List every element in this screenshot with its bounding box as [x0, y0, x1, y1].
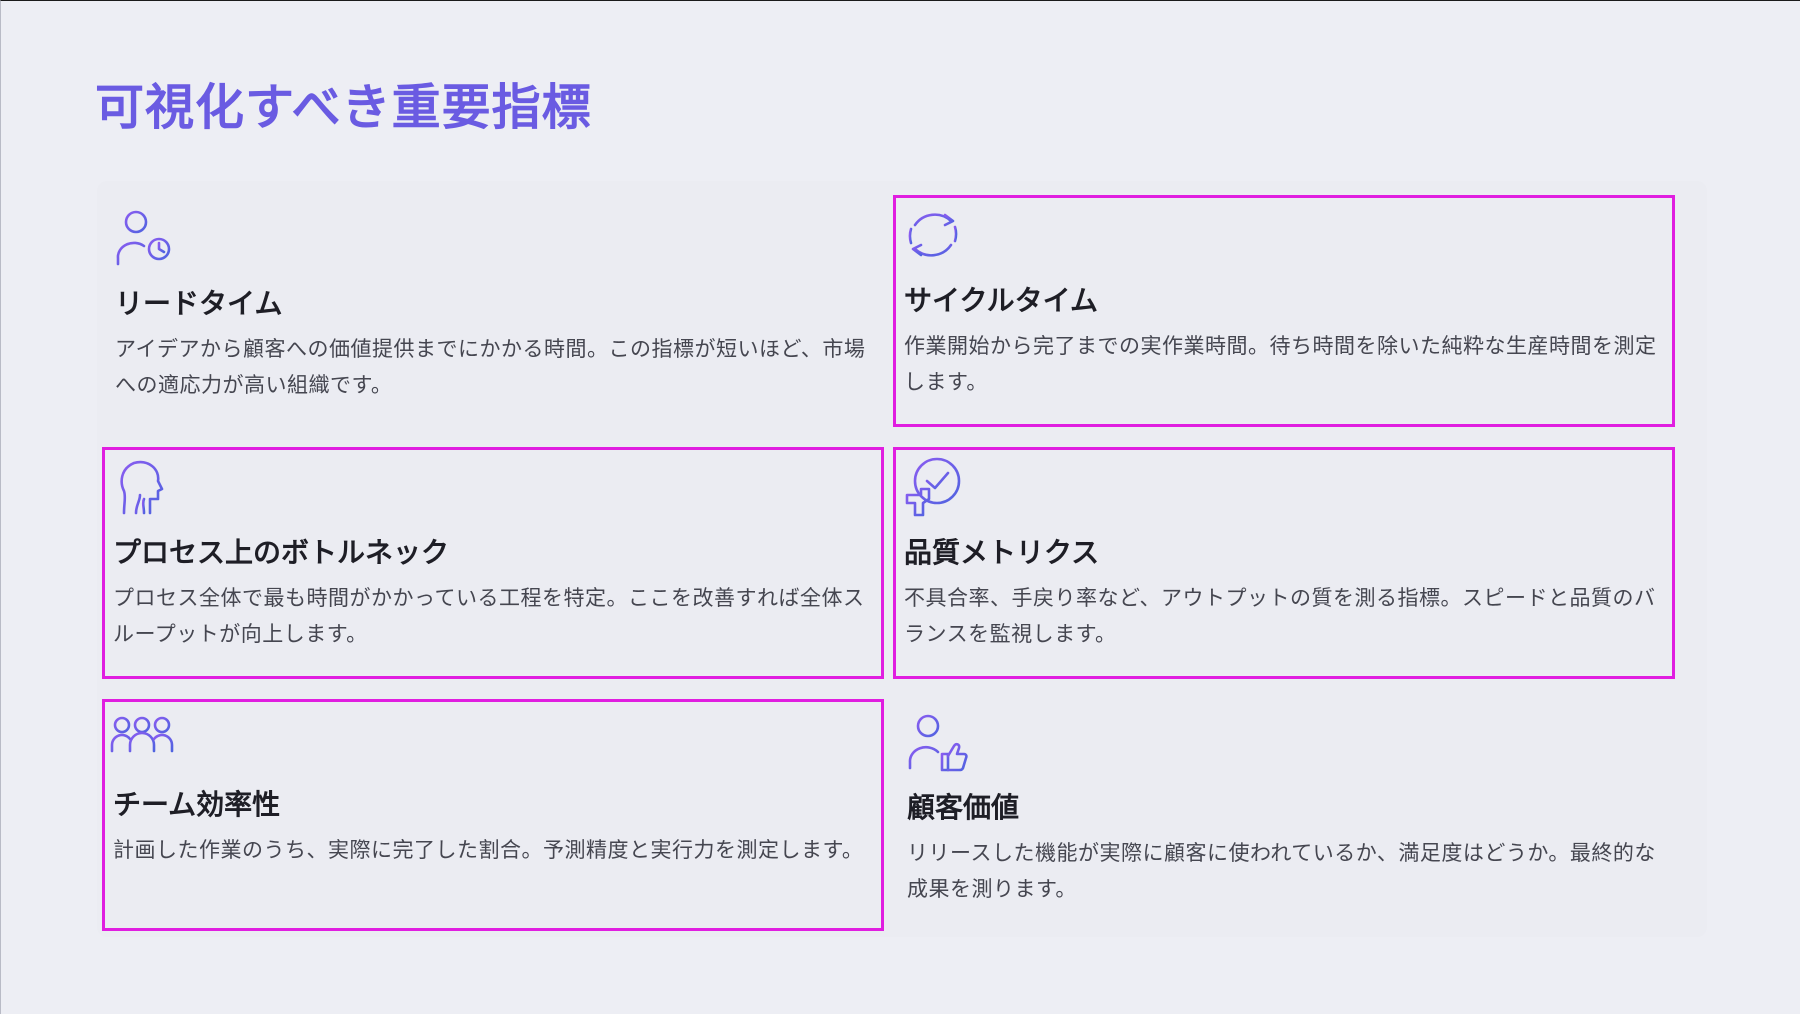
metric-card-bottleneck: プロセス上のボトルネック プロセス全体で最も時間がかかっている工程を特定。ここを…: [102, 447, 884, 679]
card-title: 顧客価値: [907, 791, 1020, 824]
card-title: プロセス上のボトルネック: [113, 536, 450, 569]
metric-card-lead-time: リードタイム アイデアから顧客への価値提供までにかかる時間。この指標が短いほど、…: [104, 198, 886, 430]
metric-card-quality: 品質メトリクス 不具合率、手戻り率など、アウトプットの質を測る指標。スピードと品…: [893, 447, 1675, 679]
cycle-arrows-icon: [901, 203, 965, 267]
card-description: プロセス全体で最も時間がかかっている工程を特定。ここを改善すれば全体スループット…: [113, 586, 865, 646]
card-title: 品質メトリクス: [904, 536, 1100, 569]
card-description: アイデアから顧客への価値提供までにかかる時間。この指標が短いほど、市場への適応力…: [115, 337, 866, 397]
page-title: 可視化すべき重要指標: [95, 79, 592, 136]
head-bottleneck-icon: [110, 455, 174, 519]
card-description: リリースした機能が実際に顧客に使われているか、満足度はどうか。最終的な成果を測り…: [907, 841, 1656, 901]
metric-card-team-efficiency: チーム効率性 計画した作業のうち、実際に完了した割合。予測精度と実行力を測定しま…: [102, 699, 884, 931]
card-description: 計画した作業のうち、実際に完了した割合。予測精度と実行力を測定します。: [113, 838, 864, 862]
metric-card-cycle-time: サイクルタイム 作業開始から完了までの実作業時間。待ち時間を除いた純粋な生産時間…: [893, 195, 1675, 427]
card-description: 作業開始から完了までの実作業時間。待ち時間を除いた純粋な生産時間を測定します。: [904, 334, 1657, 394]
quality-check-icon: [901, 455, 965, 519]
card-title: リードタイム: [115, 287, 283, 320]
card-title: チーム効率性: [113, 788, 281, 821]
card-title: サイクルタイム: [904, 284, 1099, 317]
metric-card-customer-value: 顧客価値 リリースした機能が実際に顧客に使われているか、満足度はどうか。最終的な…: [896, 702, 1678, 934]
card-description: 不具合率、手戻り率など、アウトプットの質を測る指標。スピードと品質のバランスを監…: [904, 586, 1656, 646]
person-clock-icon: [112, 206, 176, 270]
person-thumbs-up-icon: [904, 710, 968, 774]
team-icon: [110, 707, 174, 771]
